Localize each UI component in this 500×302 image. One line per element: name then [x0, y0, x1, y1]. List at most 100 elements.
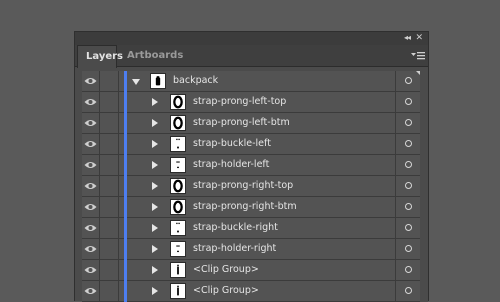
target-cell[interactable] [395, 218, 421, 238]
disclosure-right-icon[interactable] [152, 161, 158, 169]
eye-icon [84, 288, 97, 294]
target-circle-icon[interactable] [405, 266, 412, 273]
layer-name[interactable]: backpack [173, 71, 218, 91]
lock-toggle[interactable] [101, 155, 119, 175]
disclosure-right-icon[interactable] [152, 266, 158, 274]
visibility-toggle[interactable] [82, 260, 100, 280]
lock-toggle[interactable] [101, 176, 119, 196]
target-cell[interactable] [395, 281, 421, 301]
sublayer-row[interactable]: strap-buckle-left [82, 134, 421, 155]
panel-titlebar: ◂◂ ✕ [75, 32, 428, 45]
eye-icon [84, 246, 97, 252]
layer-color-indicator [124, 155, 127, 176]
disclosure-right-icon[interactable] [152, 245, 158, 253]
lock-toggle[interactable] [101, 218, 119, 238]
layer-thumbnail [170, 136, 186, 152]
target-cell[interactable] [395, 197, 421, 217]
layer-name[interactable]: strap-holder-right [193, 239, 276, 259]
visibility-toggle[interactable] [82, 113, 100, 133]
target-cell[interactable] [395, 113, 421, 133]
sublayer-row[interactable]: strap-prong-left-btm [82, 113, 421, 134]
eye-icon [84, 141, 97, 147]
eye-icon [84, 99, 97, 105]
layer-thumbnail [170, 220, 186, 236]
visibility-toggle[interactable] [82, 239, 100, 259]
collapse-panel-icon[interactable]: ◂◂ [404, 33, 411, 43]
layer-color-indicator [124, 281, 127, 302]
target-circle-icon[interactable] [405, 119, 412, 126]
layer-name[interactable]: strap-prong-right-top [193, 176, 293, 196]
target-circle-icon[interactable] [405, 140, 412, 147]
target-circle-icon[interactable] [405, 287, 412, 294]
target-cell[interactable] [395, 155, 421, 175]
layer-name[interactable]: strap-holder-left [193, 155, 269, 175]
target-circle-icon[interactable] [405, 203, 412, 210]
layer-name[interactable]: strap-prong-right-btm [193, 197, 297, 217]
visibility-toggle[interactable] [82, 197, 100, 217]
panel-menu-icon[interactable] [411, 50, 425, 62]
disclosure-right-icon[interactable] [152, 140, 158, 148]
layer-name[interactable]: <Clip Group> [193, 281, 259, 301]
target-circle-icon[interactable] [405, 98, 412, 105]
sublayer-row[interactable]: strap-buckle-right [82, 218, 421, 239]
target-circle-icon[interactable] [405, 245, 412, 252]
visibility-toggle[interactable] [82, 71, 100, 91]
target-circle-icon[interactable] [405, 161, 412, 168]
visibility-toggle[interactable] [82, 134, 100, 154]
visibility-toggle[interactable] [82, 218, 100, 238]
lock-toggle[interactable] [101, 113, 119, 133]
disclosure-right-icon[interactable] [152, 119, 158, 127]
target-cell[interactable] [395, 176, 421, 196]
visibility-toggle[interactable] [82, 155, 100, 175]
layer-name[interactable]: strap-buckle-left [193, 134, 271, 154]
layer-name[interactable]: strap-prong-left-top [193, 92, 286, 112]
sublayer-row[interactable]: strap-prong-right-top [82, 176, 421, 197]
tab-artboards[interactable]: Artboards [119, 45, 191, 67]
disclosure-right-icon[interactable] [152, 182, 158, 190]
lock-toggle[interactable] [101, 92, 119, 112]
target-cell[interactable] [395, 239, 421, 259]
lock-toggle[interactable] [101, 197, 119, 217]
layer-name[interactable]: <Clip Group> [193, 260, 259, 280]
eye-icon [84, 78, 97, 84]
sublayer-row[interactable]: <Clip Group> [82, 260, 421, 281]
layer-name[interactable]: strap-prong-left-btm [193, 113, 290, 133]
target-cell[interactable] [395, 260, 421, 280]
layer-color-indicator [124, 113, 127, 134]
layer-name[interactable]: strap-buckle-right [193, 218, 278, 238]
disclosure-down-icon[interactable] [132, 79, 140, 85]
visibility-toggle[interactable] [82, 92, 100, 112]
target-circle-icon[interactable] [405, 182, 412, 189]
visibility-toggle[interactable] [82, 176, 100, 196]
disclosure-right-icon[interactable] [152, 98, 158, 106]
sublayer-row[interactable]: strap-holder-right [82, 239, 421, 260]
layer-thumbnail [170, 157, 186, 173]
layer-color-indicator [124, 197, 127, 218]
close-panel-icon[interactable]: ✕ [415, 32, 423, 44]
sublayer-row[interactable]: strap-prong-right-btm [82, 197, 421, 218]
sublayer-row[interactable]: <Clip Group> [82, 281, 421, 302]
layer-thumbnail [150, 73, 166, 89]
layer-color-indicator [124, 218, 127, 239]
lock-toggle[interactable] [101, 71, 119, 91]
layer-thumbnail [170, 241, 186, 257]
layer-list: backpack strap-prong-left-top strap-prong-… [82, 71, 421, 302]
scrollbar[interactable] [420, 71, 428, 302]
lock-toggle[interactable] [101, 134, 119, 154]
disclosure-right-icon[interactable] [152, 203, 158, 211]
tab-layers[interactable]: Layers [77, 45, 123, 68]
lock-toggle[interactable] [101, 260, 119, 280]
target-cell[interactable] [395, 134, 421, 154]
target-cell[interactable] [395, 92, 421, 112]
lock-toggle[interactable] [101, 281, 119, 301]
sublayer-row[interactable]: strap-prong-left-top [82, 92, 421, 113]
layer-row[interactable]: backpack [82, 71, 421, 92]
visibility-toggle[interactable] [82, 281, 100, 301]
lock-toggle[interactable] [101, 239, 119, 259]
target-circle-icon[interactable] [405, 77, 412, 84]
disclosure-right-icon[interactable] [152, 224, 158, 232]
layer-color-indicator [124, 92, 127, 113]
disclosure-right-icon[interactable] [152, 287, 158, 295]
sublayer-row[interactable]: strap-holder-left [82, 155, 421, 176]
target-circle-icon[interactable] [405, 224, 412, 231]
